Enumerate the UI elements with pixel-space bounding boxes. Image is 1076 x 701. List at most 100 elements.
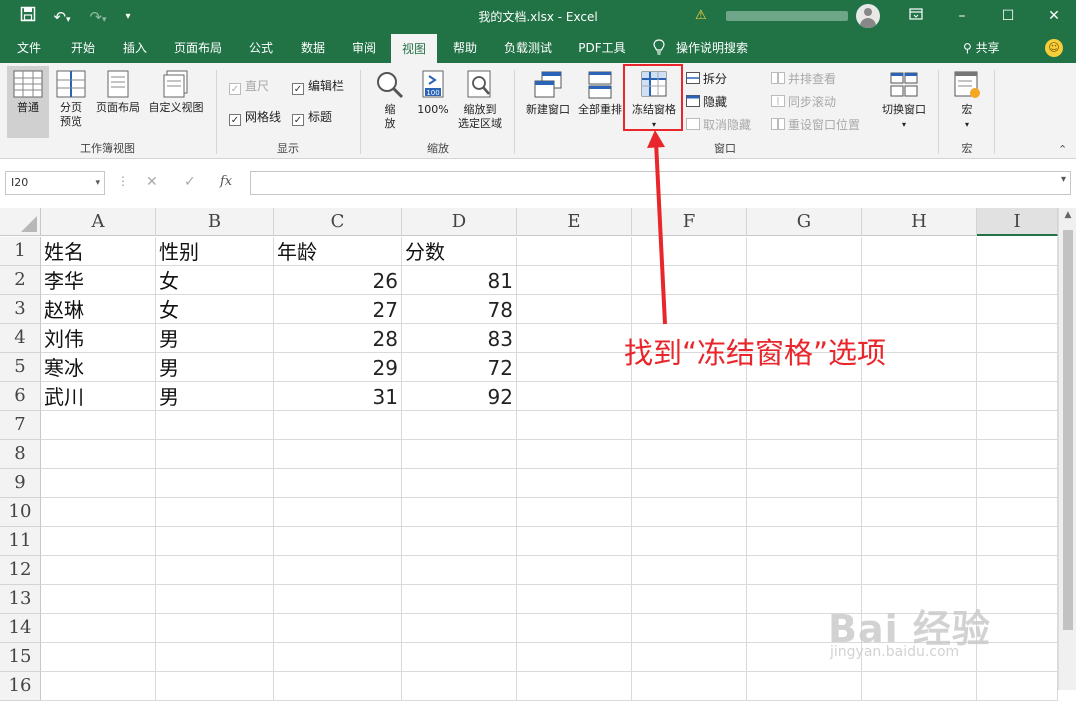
tab-data[interactable]: 数据 (292, 33, 334, 63)
cell-b1[interactable]: 性别 (156, 237, 274, 266)
cell-d15[interactable] (402, 643, 517, 672)
cell-g7[interactable] (747, 411, 862, 440)
cell-g6[interactable] (747, 382, 862, 411)
cell-i1[interactable] (977, 237, 1058, 266)
cell-b9[interactable] (156, 469, 274, 498)
expand-formula-bar-icon[interactable]: ▾ (1061, 174, 1066, 185)
cell-d5[interactable]: 72 (402, 353, 517, 382)
column-header-e[interactable]: E (517, 208, 632, 236)
cell-b16[interactable] (156, 672, 274, 701)
cell-e13[interactable] (517, 585, 632, 614)
row-header-15[interactable]: 15 (0, 643, 41, 672)
cell-b7[interactable] (156, 411, 274, 440)
close-button[interactable]: ✕ (1042, 5, 1066, 27)
cell-c4[interactable]: 28 (274, 324, 402, 353)
cell-g10[interactable] (747, 498, 862, 527)
cell-f15[interactable] (632, 643, 747, 672)
cell-g2[interactable] (747, 266, 862, 295)
cell-a9[interactable] (41, 469, 156, 498)
cell-e7[interactable] (517, 411, 632, 440)
cell-a10[interactable] (41, 498, 156, 527)
cell-a12[interactable] (41, 556, 156, 585)
cell-h6[interactable] (862, 382, 977, 411)
cell-i8[interactable] (977, 440, 1058, 469)
tell-me-search[interactable]: 操作说明搜索 (676, 33, 760, 63)
column-header-h[interactable]: H (862, 208, 977, 236)
cell-d14[interactable] (402, 614, 517, 643)
cell-h7[interactable] (862, 411, 977, 440)
cell-h16[interactable] (862, 672, 977, 701)
cell-a6[interactable]: 武川 (41, 382, 156, 411)
cell-f6[interactable] (632, 382, 747, 411)
cell-d13[interactable] (402, 585, 517, 614)
cell-c11[interactable] (274, 527, 402, 556)
ruler-checkbox[interactable]: ✓ 直尺 (229, 78, 269, 95)
cell-b12[interactable] (156, 556, 274, 585)
cell-i12[interactable] (977, 556, 1058, 585)
cell-c13[interactable] (274, 585, 402, 614)
cell-e10[interactable] (517, 498, 632, 527)
column-header-d[interactable]: D (402, 208, 517, 236)
cell-h8[interactable] (862, 440, 977, 469)
ribbon-display-icon[interactable] (904, 5, 928, 27)
page-break-preview-button[interactable]: 分页 预览 (52, 70, 90, 129)
row-header-10[interactable]: 10 (0, 498, 41, 527)
cell-a15[interactable] (41, 643, 156, 672)
cell-i2[interactable] (977, 266, 1058, 295)
row-header-8[interactable]: 8 (0, 440, 41, 469)
cell-b8[interactable] (156, 440, 274, 469)
cell-i7[interactable] (977, 411, 1058, 440)
cell-c2[interactable]: 26 (274, 266, 402, 295)
row-header-3[interactable]: 3 (0, 295, 41, 324)
cell-d16[interactable] (402, 672, 517, 701)
cell-d9[interactable] (402, 469, 517, 498)
select-all-corner[interactable] (0, 208, 41, 236)
cell-f12[interactable] (632, 556, 747, 585)
column-header-a[interactable]: A (41, 208, 156, 236)
cell-d10[interactable] (402, 498, 517, 527)
cell-c1[interactable]: 年龄 (274, 237, 402, 266)
normal-view-button[interactable]: 普通 (7, 66, 49, 138)
tab-load-test[interactable]: 负载测试 (498, 33, 558, 63)
macros-button[interactable]: 宏 ▾ (945, 70, 989, 132)
zoom-to-selection-button[interactable]: 缩放到 选定区域 (454, 70, 506, 131)
cell-i4[interactable] (977, 324, 1058, 353)
formula-bar-checkbox[interactable]: ✓ 编辑栏 (292, 78, 344, 95)
switch-windows-button[interactable]: 切换窗口 ▾ (876, 70, 932, 132)
cell-a7[interactable] (41, 411, 156, 440)
cell-e4[interactable] (517, 324, 632, 353)
cell-g16[interactable] (747, 672, 862, 701)
gridlines-checkbox[interactable]: ✓ 网格线 (229, 109, 281, 126)
cell-f16[interactable] (632, 672, 747, 701)
row-header-12[interactable]: 12 (0, 556, 41, 585)
cell-g12[interactable] (747, 556, 862, 585)
row-header-9[interactable]: 9 (0, 469, 41, 498)
cell-f13[interactable] (632, 585, 747, 614)
cell-c9[interactable] (274, 469, 402, 498)
column-header-i[interactable]: I (977, 208, 1058, 236)
cell-h3[interactable] (862, 295, 977, 324)
chevron-down-icon[interactable]: ▾ (95, 172, 100, 194)
tab-review[interactable]: 审阅 (343, 33, 385, 63)
tab-insert[interactable]: 插入 (114, 33, 156, 63)
cell-e6[interactable] (517, 382, 632, 411)
cell-a16[interactable] (41, 672, 156, 701)
cell-e15[interactable] (517, 643, 632, 672)
cell-e14[interactable] (517, 614, 632, 643)
row-header-5[interactable]: 5 (0, 353, 41, 382)
cell-e3[interactable] (517, 295, 632, 324)
zoom-100-button[interactable]: 100 100% (412, 70, 454, 117)
cell-c8[interactable] (274, 440, 402, 469)
feedback-smiley-icon[interactable]: ☺ (1045, 39, 1063, 57)
cell-b10[interactable] (156, 498, 274, 527)
confirm-entry-icon[interactable]: ✓ (184, 174, 196, 190)
row-header-4[interactable]: 4 (0, 324, 41, 353)
cell-i6[interactable] (977, 382, 1058, 411)
cell-a14[interactable] (41, 614, 156, 643)
row-header-6[interactable]: 6 (0, 382, 41, 411)
warning-icon[interactable]: ⚠ (695, 8, 707, 23)
row-header-13[interactable]: 13 (0, 585, 41, 614)
cell-e2[interactable] (517, 266, 632, 295)
row-header-7[interactable]: 7 (0, 411, 41, 440)
cell-d6[interactable]: 92 (402, 382, 517, 411)
